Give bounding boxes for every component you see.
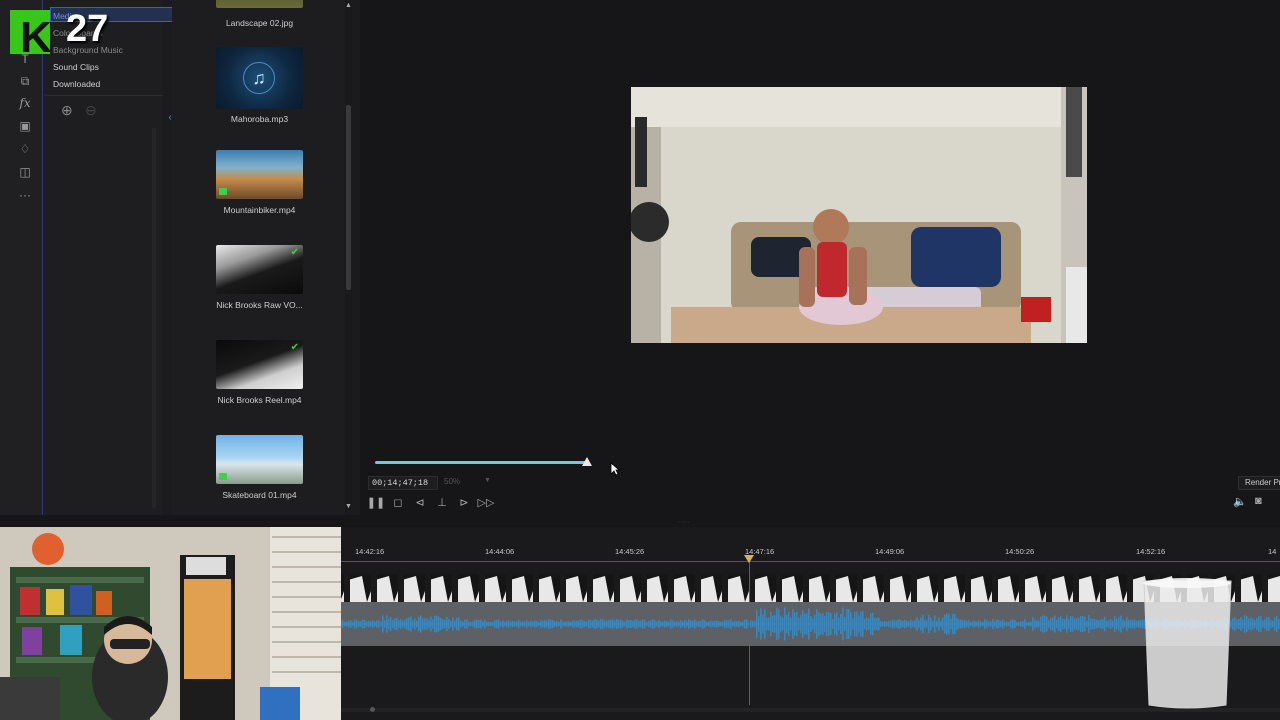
scrollbar-thumb[interactable] <box>346 105 351 290</box>
ruler-tick-label: 14:50:26 <box>1005 547 1035 556</box>
glass-object <box>1143 578 1232 709</box>
ruler-tick-label: 14:52:16 <box>1136 547 1166 556</box>
playhead-marker-icon[interactable] <box>744 555 754 563</box>
category-sound-clips[interactable]: Sound Clips <box>53 62 99 72</box>
used-check-icon: ✔ <box>290 247 299 258</box>
media-label: Nick Brooks Raw VO... <box>216 300 303 310</box>
playback-progress-bar[interactable] <box>375 461 587 464</box>
fast-forward-icon[interactable]: ▷▷ <box>478 495 495 509</box>
pip-objects-icon[interactable]: ▣ <box>14 117 36 135</box>
media-item[interactable]: ♫ Mahoroba.mp3 <box>216 47 303 124</box>
snapshot-marker-icon[interactable]: ⊥ <box>435 495 449 509</box>
media-thumbnail <box>216 435 303 484</box>
media-item[interactable]: ✔ Nick Brooks Reel.mp4 <box>216 340 303 405</box>
logo-letter: K <box>20 13 52 62</box>
media-thumbnail <box>216 150 303 199</box>
timeline-ruler[interactable]: 14:42:16 14:44:06 14:45:26 14:47:16 14:4… <box>340 547 1280 567</box>
ruler-tick-label: 14:44:06 <box>485 547 515 556</box>
category-downloaded[interactable]: Downloaded <box>53 79 100 89</box>
media-item[interactable]: Mountainbiker.mp4 <box>216 150 303 215</box>
used-check-icon: ✔ <box>290 342 299 353</box>
ruler-tick-label: 14:49:06 <box>875 547 905 556</box>
playback-scrub-handle[interactable] <box>582 457 592 466</box>
stop-icon[interactable]: ◻ <box>391 495 405 509</box>
remove-tag-icon[interactable]: ⊖ <box>85 102 97 119</box>
render-preview-button[interactable]: Render Pr <box>1238 476 1280 490</box>
timecode-display[interactable]: 00;14;47;18 <box>368 476 438 490</box>
webcam-overlay <box>0 527 341 720</box>
media-label: Landscape 02.jpg <box>225 18 294 28</box>
timeline-scrollbar[interactable] <box>340 708 1280 712</box>
category-divider <box>44 95 163 96</box>
category-scrollbar[interactable] <box>152 128 156 508</box>
volume-icon[interactable]: 🔈 <box>1233 495 1247 509</box>
timeline-panel: 14:42:16 14:44:06 14:45:26 14:47:16 14:4… <box>340 527 1280 720</box>
media-label: Skateboard 01.mp4 <box>222 490 297 500</box>
episode-number: 27 <box>66 8 109 50</box>
ruler-baseline <box>340 561 1280 562</box>
media-label: Nick Brooks Reel.mp4 <box>217 395 302 405</box>
splitter-grip-icon[interactable]: ····· <box>678 519 690 526</box>
audio-track-clip[interactable] <box>340 602 1280 646</box>
ruler-tick-label: 14:42:16 <box>355 547 385 556</box>
more-icon[interactable]: ··· <box>14 186 36 204</box>
media-thumbnail: ✔ <box>216 340 303 389</box>
media-label: Mahoroba.mp3 <box>230 114 289 124</box>
media-thumbnail: ✔ <box>216 245 303 294</box>
media-thumbnail <box>216 0 303 8</box>
camera-snapshot-icon[interactable]: ◙ <box>1255 495 1269 509</box>
next-frame-icon[interactable]: ⊳ <box>457 495 471 509</box>
timeline-splitter[interactable] <box>0 515 1280 527</box>
preview-quality-select[interactable]: 50% <box>444 477 460 486</box>
ruler-tick-label: 14 <box>1268 547 1277 556</box>
preview-video-frame <box>631 87 1087 343</box>
previous-frame-icon[interactable]: ⊲ <box>413 495 427 509</box>
mouse-cursor-icon <box>610 462 620 476</box>
scroll-down-icon[interactable]: ▼ <box>345 503 352 510</box>
transition-icon[interactable]: ⧉ <box>14 72 36 90</box>
add-tag-icon[interactable]: ⊕ <box>61 102 73 119</box>
video-track-clip[interactable] <box>340 574 1280 602</box>
chevron-down-icon[interactable]: ▼ <box>484 477 491 484</box>
media-label: Mountainbiker.mp4 <box>223 205 296 215</box>
channel-logo: K <box>10 10 52 60</box>
media-item[interactable]: ✔ Nick Brooks Raw VO... <box>216 245 303 310</box>
pause-icon[interactable]: ❚❚ <box>367 495 385 509</box>
media-thumbnail: ♫ <box>216 47 303 109</box>
scroll-up-icon[interactable]: ▲ <box>345 2 352 9</box>
timeline-playhead[interactable] <box>749 557 750 705</box>
ruler-tick-label: 14:45:26 <box>615 547 645 556</box>
timeline-scroll-handle[interactable] <box>370 707 375 712</box>
subtitle-icon[interactable]: ◫ <box>14 163 36 181</box>
media-scrollbar[interactable]: ▲ ▼ <box>345 0 352 515</box>
media-item[interactable]: Landscape 02.jpg <box>216 0 303 28</box>
media-item[interactable]: Skateboard 01.mp4 <box>216 435 303 500</box>
media-library: Landscape 02.jpg ♫ Mahoroba.mp3 Mountain… <box>172 0 352 515</box>
particle-icon[interactable]: ♢ <box>14 140 36 158</box>
video-type-icon <box>219 473 227 480</box>
effects-fx-icon[interactable]: fx <box>14 94 36 112</box>
category-panel: Media Color Boards Background Music Soun… <box>44 0 192 515</box>
music-note-icon: ♫ <box>243 62 275 94</box>
video-type-icon <box>219 188 227 195</box>
left-icon-rail: T ⧉ fx ▣ ♢ ◫ ··· <box>0 0 43 515</box>
